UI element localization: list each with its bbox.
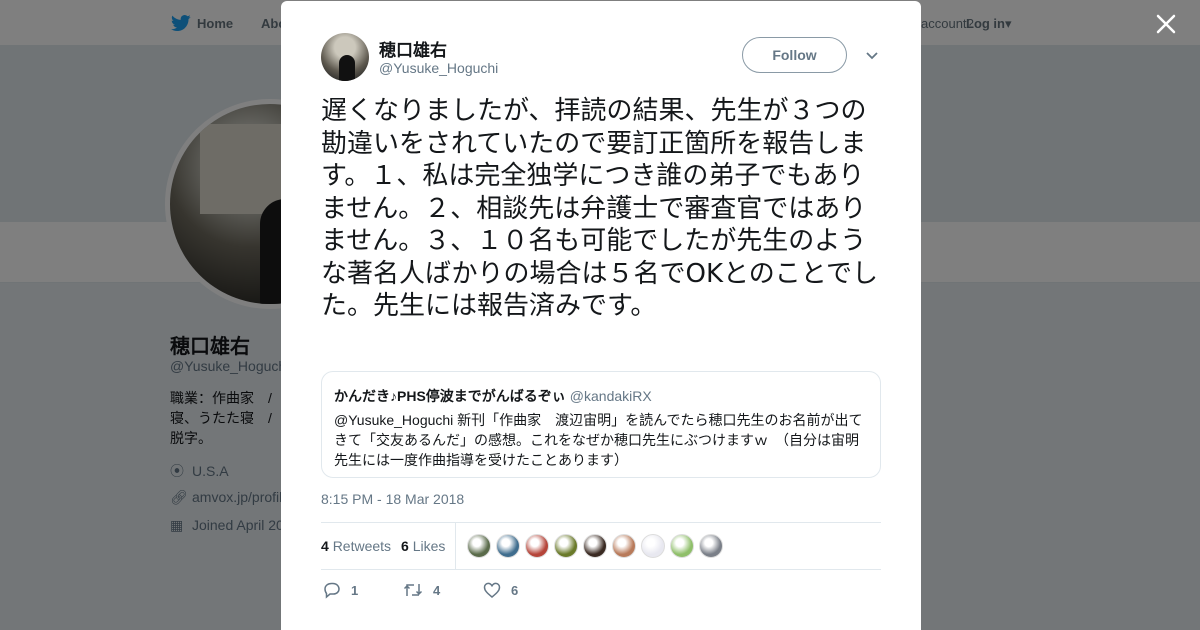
like-action[interactable]: 6 [483, 581, 518, 599]
liker-avatar[interactable] [554, 534, 578, 558]
retweets-stat[interactable]: 4 Retweets [321, 538, 391, 554]
liker-avatar[interactable] [699, 534, 723, 558]
chevron-down-icon[interactable] [864, 47, 880, 63]
quoted-author-name: かんだき♪PHS停波までがんばるぞぃ [334, 388, 566, 404]
retweets-count: 4 [321, 538, 329, 554]
like-count: 6 [511, 582, 519, 598]
quoted-tweet-text: @Yusuke_Hoguchi 新刊「作曲家 渡辺宙明」を読んでたら穂口先生のお… [334, 412, 863, 468]
retweet-action[interactable]: 4 [403, 581, 440, 599]
likes-label: Likes [412, 538, 446, 554]
tweet-actions: 1 4 6 [321, 581, 881, 601]
close-icon[interactable] [1152, 10, 1180, 38]
follow-button[interactable]: Follow [742, 37, 847, 73]
reply-count: 1 [351, 582, 359, 598]
liker-avatar[interactable] [583, 534, 607, 558]
stats-divider [455, 523, 456, 570]
tweet-text: 遅くなりましたが、拝読の結果、先生が３つの勘違いをされていたので要訂正箇所を報告… [321, 96, 878, 321]
author-handle[interactable]: @Yusuke_Hoguchi [379, 60, 498, 76]
liker-avatar[interactable] [467, 534, 491, 558]
liker-avatar[interactable] [612, 534, 636, 558]
quoted-author-handle: @kandakiRX [569, 388, 652, 404]
tweet-timestamp[interactable]: 8:15 PM - 18 Mar 2018 [321, 491, 464, 507]
liker-avatar[interactable] [670, 534, 694, 558]
liker-avatar[interactable] [496, 534, 520, 558]
author-name[interactable]: 穂口雄右 [379, 36, 447, 61]
retweet-count: 4 [433, 582, 441, 598]
reply-action[interactable]: 1 [323, 581, 358, 599]
author-avatar[interactable] [321, 33, 369, 81]
retweet-icon [403, 584, 423, 596]
liker-avatars [467, 534, 728, 558]
likes-count: 6 [401, 538, 409, 554]
tweet-stats: 4 Retweets 6 Likes [321, 522, 881, 570]
retweets-label: Retweets [332, 538, 392, 554]
likes-stat[interactable]: 6 Likes [401, 538, 445, 554]
reply-icon [324, 582, 340, 599]
tweet-modal: 穂口雄右 @Yusuke_Hoguchi Follow 遅くなりましたが、拝読の… [281, 1, 921, 630]
liker-avatar[interactable] [525, 534, 549, 558]
heart-icon [483, 582, 501, 598]
quoted-tweet[interactable]: かんだき♪PHS停波までがんばるぞぃ @kandakiRX @Yusuke_Hog… [321, 371, 881, 478]
liker-avatar[interactable] [641, 534, 665, 558]
